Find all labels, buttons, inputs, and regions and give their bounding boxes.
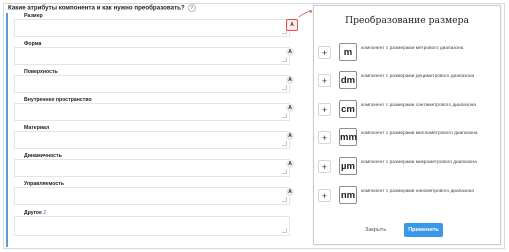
field-input-dynamics[interactable] [14, 159, 290, 177]
resize-grip-icon[interactable] [282, 169, 287, 174]
unit-description: компонент с размерами дециметрового диап… [361, 74, 475, 79]
resize-grip-icon[interactable] [282, 228, 287, 233]
resize-grip-icon[interactable] [282, 197, 287, 202]
unit-row-mm: + mm компонент с размерами миллиметровог… [314, 128, 500, 148]
resize-grip-icon[interactable] [282, 57, 287, 62]
question-title: Какие атрибуты компонента и как нужно пр… [8, 4, 196, 12]
attribute-button-dynamics[interactable]: A [286, 160, 294, 168]
unit-description: компонент с размерами миллиметрового диа… [361, 131, 478, 136]
unit-description: компонент с размерами сантиметрового диа… [361, 103, 476, 108]
attribute-button-material[interactable]: A [286, 132, 294, 140]
field-input-shape[interactable] [14, 47, 290, 65]
apply-button[interactable]: Применить [404, 223, 443, 237]
field-input-surface[interactable] [14, 75, 290, 93]
size-transform-panel: Преобразование размера + m компонент с р… [313, 5, 501, 245]
add-unit-button[interactable]: + [318, 131, 331, 144]
add-unit-button[interactable]: + [318, 74, 331, 87]
field-input-controllability[interactable] [14, 187, 290, 205]
field-input-material[interactable] [14, 131, 290, 149]
resize-grip-icon[interactable] [282, 85, 287, 90]
add-unit-button[interactable]: + [318, 46, 331, 59]
panel-title: Преобразование размера [345, 15, 469, 26]
attribute-button-surface[interactable]: A [286, 76, 294, 84]
help-icon[interactable]: ? [187, 4, 196, 12]
field-input-size[interactable] [14, 19, 290, 37]
unit-description: компонент с размерами микрометрового диа… [361, 160, 477, 165]
unit-badge[interactable]: m [339, 43, 357, 61]
attribute-button-size[interactable]: A [286, 19, 298, 31]
attribute-button-controllability[interactable]: A [286, 188, 294, 196]
resize-grip-icon[interactable] [282, 113, 287, 118]
unit-row-nm: + nm компонент с размерами нанометрового… [314, 186, 500, 206]
field-input-inner-space[interactable] [14, 103, 290, 121]
arrow-icon [298, 10, 313, 18]
field-input-other[interactable] [14, 216, 290, 236]
unit-row-dm: + dm компонент с размерами дециметрового… [314, 71, 500, 91]
resize-grip-icon[interactable] [282, 141, 287, 146]
unit-row-um: + µm компонент с размерами микрометровог… [314, 157, 500, 177]
unit-row-cm: + cm компонент с размерами сантиметровог… [314, 100, 500, 120]
unit-row-m: + m компонент с размерами метрового диап… [314, 43, 500, 63]
unit-badge[interactable]: dm [339, 71, 357, 89]
add-unit-button[interactable]: + [318, 103, 331, 116]
unit-badge[interactable]: mm [339, 128, 357, 146]
unit-description: компонент с размерами метрового диапазон… [361, 46, 464, 51]
section-accent-bar [6, 13, 8, 247]
add-unit-button[interactable]: + [318, 160, 331, 173]
unit-badge[interactable]: cm [339, 100, 357, 118]
unit-badge[interactable]: nm [339, 186, 357, 204]
add-unit-button[interactable]: + [318, 189, 331, 202]
attribute-button-inner-space[interactable]: A [286, 104, 294, 112]
unit-description: компонент с размерами нанометрового диап… [361, 189, 474, 194]
attribute-button-shape[interactable]: A [286, 48, 294, 56]
question-text: Какие атрибуты компонента и как нужно пр… [8, 4, 185, 12]
unit-badge[interactable]: µm [339, 157, 357, 175]
close-button[interactable]: Закрыть [365, 227, 386, 233]
